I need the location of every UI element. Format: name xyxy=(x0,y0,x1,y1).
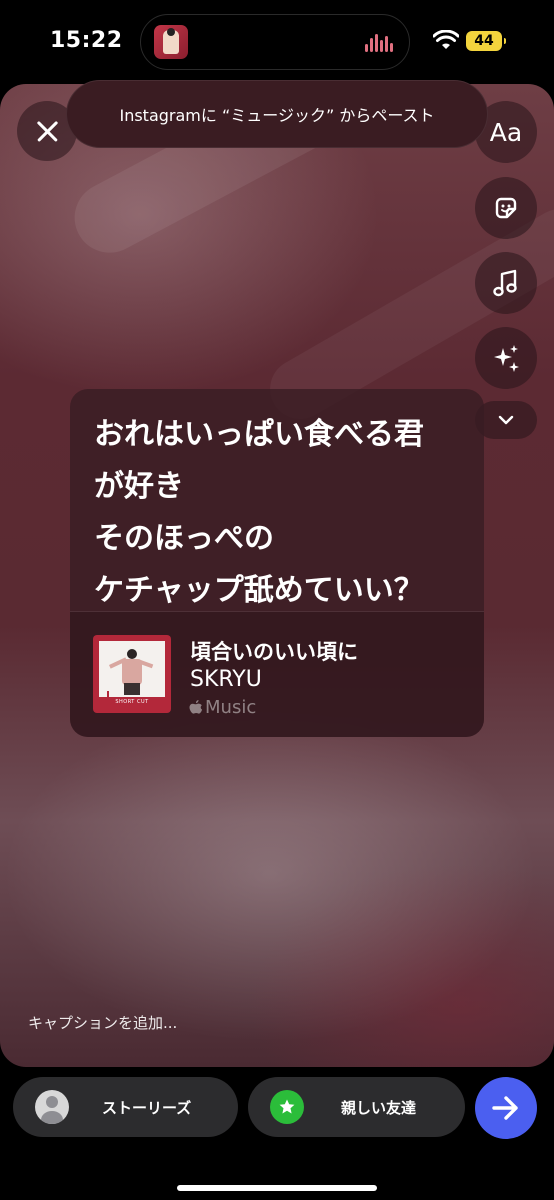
lyrics-text: おれはいっぱい食べる君 が好き そのほっぺの ケチャップ舐めていい？ xyxy=(94,417,424,608)
track-info: SHORT CUT 頃合いのいい頃に SKRYU Music xyxy=(70,612,484,737)
share-to-close-friends-button[interactable]: 親しい友達 xyxy=(248,1077,465,1137)
stories-label: ストーリーズ xyxy=(102,1098,192,1117)
text-tool-label: Aa xyxy=(489,117,523,147)
apple-icon xyxy=(189,699,203,714)
music-button[interactable] xyxy=(475,252,537,314)
share-to-stories-button[interactable]: ストーリーズ xyxy=(13,1077,238,1137)
send-button[interactable] xyxy=(475,1077,537,1139)
sticker-icon xyxy=(495,197,517,219)
battery-indicator: 44 xyxy=(466,31,506,51)
sparkles-icon xyxy=(494,345,519,372)
effects-button[interactable] xyxy=(475,327,537,389)
track-title: 頃合いのいい頃に xyxy=(190,640,358,664)
lyrics-sticker[interactable]: おれはいっぱい食べる君 が好き そのほっぺの ケチャップ舐めていい？ SHORT… xyxy=(70,389,484,737)
album-caption: SHORT CUT xyxy=(115,699,149,705)
paste-notification: Instagramに “ミュージック” からペースト xyxy=(66,80,488,148)
caption-input[interactable]: キャプションを追加... xyxy=(28,1012,177,1033)
sticker-button[interactable] xyxy=(475,177,537,239)
album-artwork: SHORT CUT xyxy=(93,635,171,713)
track-artist: SKRYU xyxy=(190,667,262,692)
arrow-icon xyxy=(107,691,115,699)
more-tools-button[interactable] xyxy=(475,401,537,439)
share-bar: ストーリーズ 親しい友達 xyxy=(0,1067,554,1200)
wifi-icon xyxy=(433,30,459,49)
waveform-icon xyxy=(365,34,393,52)
service-label: Music xyxy=(188,697,256,718)
arrow-right-icon xyxy=(492,1096,518,1120)
chevron-down-icon xyxy=(498,415,514,425)
now-playing-artwork xyxy=(154,25,188,59)
story-canvas[interactable]: Aa おれはいっぱい食べる君 が好き そのほっぺの ケチャップ舐めていい？ SH… xyxy=(0,84,554,1067)
service-name: Music xyxy=(205,697,257,718)
star-icon xyxy=(270,1090,304,1124)
music-note-icon xyxy=(493,269,517,297)
home-indicator xyxy=(177,1185,377,1191)
close-friends-label: 親しい友達 xyxy=(341,1098,417,1117)
paste-notification-text: Instagramに “ミュージック” からペースト xyxy=(119,106,435,125)
album-figure xyxy=(108,649,154,695)
status-bar: 15:22 44 xyxy=(0,0,554,84)
avatar xyxy=(35,1090,69,1124)
dynamic-island[interactable] xyxy=(140,14,410,70)
status-time: 15:22 xyxy=(50,28,123,53)
